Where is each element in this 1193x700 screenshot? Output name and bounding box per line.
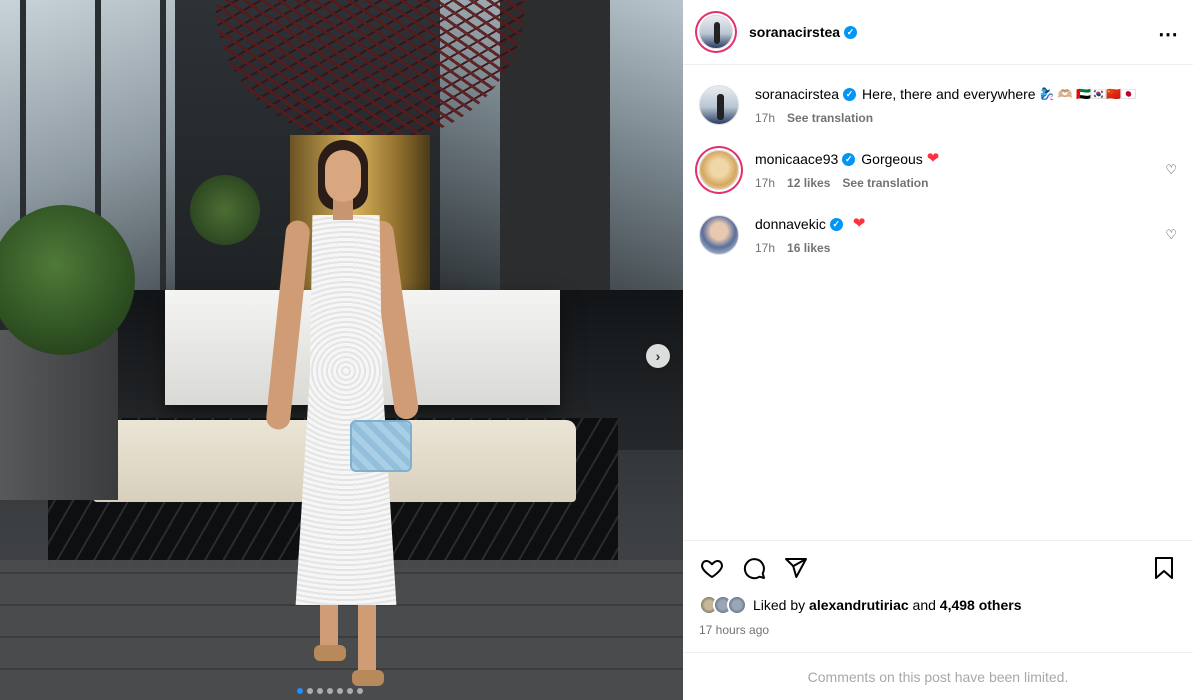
likes-others[interactable]: 4,498 others [940, 597, 1022, 613]
liker-avatars[interactable] [699, 595, 747, 615]
comment-likes[interactable]: 12 likes [787, 176, 830, 190]
red-heart-icon: ❤ [926, 150, 940, 167]
post-photo[interactable]: › [0, 0, 683, 700]
caption-username[interactable]: soranacirstea [755, 85, 839, 103]
carousel-dot [357, 688, 363, 694]
comment-time[interactable]: 17h [755, 241, 775, 255]
comment-text: Gorgeous [861, 151, 923, 167]
post-actions: Liked by alexandrutiriac and 4,498 other… [683, 540, 1193, 637]
photo-shrub [190, 175, 260, 245]
post-header: soranacirstea ✓ ⋯ [683, 0, 1193, 65]
comment-time[interactable]: 17h [755, 176, 775, 190]
carousel-dot [297, 688, 303, 694]
liker-username[interactable]: alexandrutiriac [809, 597, 909, 613]
see-translation-button[interactable]: See translation [842, 176, 928, 190]
likes-prefix: Liked by [753, 597, 806, 613]
carousel-dot [337, 688, 343, 694]
red-heart-icon: ❤ [852, 215, 866, 232]
comment-item: donnavekic ✓ ❤ 17h 16 likes ♡ [699, 215, 1177, 255]
photo-handbag [350, 420, 412, 472]
verified-icon: ✓ [842, 152, 856, 166]
avatar[interactable] [699, 15, 733, 49]
photo-planter [0, 330, 118, 500]
verified-icon: ✓ [843, 87, 857, 101]
carousel-dot [347, 688, 353, 694]
comments-limited-notice: Comments on this post have been limited. [683, 652, 1193, 700]
carousel-dot [327, 688, 333, 694]
author-username[interactable]: soranacirstea [749, 24, 840, 40]
comment-username[interactable]: monicaace93 [755, 150, 838, 168]
carousel-dots [297, 688, 363, 694]
verified-icon: ✓ [844, 25, 858, 39]
comments-list: soranacirstea ✓ Here, there and everywhe… [683, 65, 1193, 255]
comment-username[interactable]: donnavekic [755, 215, 826, 233]
share-icon[interactable] [783, 555, 809, 581]
heart-icon[interactable] [699, 555, 725, 581]
like-comment-icon[interactable]: ♡ [1165, 162, 1177, 178]
caption-emojis: 🧞‍♀️ 🫶🏼 🇦🇪🇰🇷🇨🇳🇯🇵 [1039, 87, 1136, 101]
like-comment-icon[interactable]: ♡ [1165, 227, 1177, 243]
carousel-dot [317, 688, 323, 694]
avatar[interactable] [699, 215, 739, 255]
avatar[interactable] [699, 150, 739, 190]
comment-item: monicaace93 ✓ Gorgeous ❤ 17h 12 likes Se… [699, 150, 1177, 190]
comment-icon[interactable] [741, 555, 767, 581]
post-timestamp[interactable]: 17 hours ago [699, 623, 1177, 637]
comment-likes[interactable]: 16 likes [787, 241, 830, 255]
see-translation-button[interactable]: See translation [787, 111, 873, 125]
verified-icon: ✓ [829, 217, 843, 231]
caption-text: Here, there and everywhere [862, 86, 1036, 102]
avatar[interactable] [699, 85, 739, 125]
likes-summary: Liked by alexandrutiriac and 4,498 other… [699, 595, 1177, 615]
caption: soranacirstea ✓ Here, there and everywhe… [699, 85, 1177, 125]
chevron-right-icon[interactable]: › [646, 344, 670, 368]
carousel-dot [307, 688, 313, 694]
likes-conjunction: and [912, 597, 936, 613]
bookmark-icon[interactable] [1151, 555, 1177, 581]
photo-person [265, 140, 420, 700]
more-options-icon[interactable]: ⋯ [1158, 22, 1179, 47]
post-panel: soranacirstea ✓ ⋯ soranacirstea ✓ Here, … [683, 0, 1193, 700]
caption-time[interactable]: 17h [755, 111, 775, 125]
